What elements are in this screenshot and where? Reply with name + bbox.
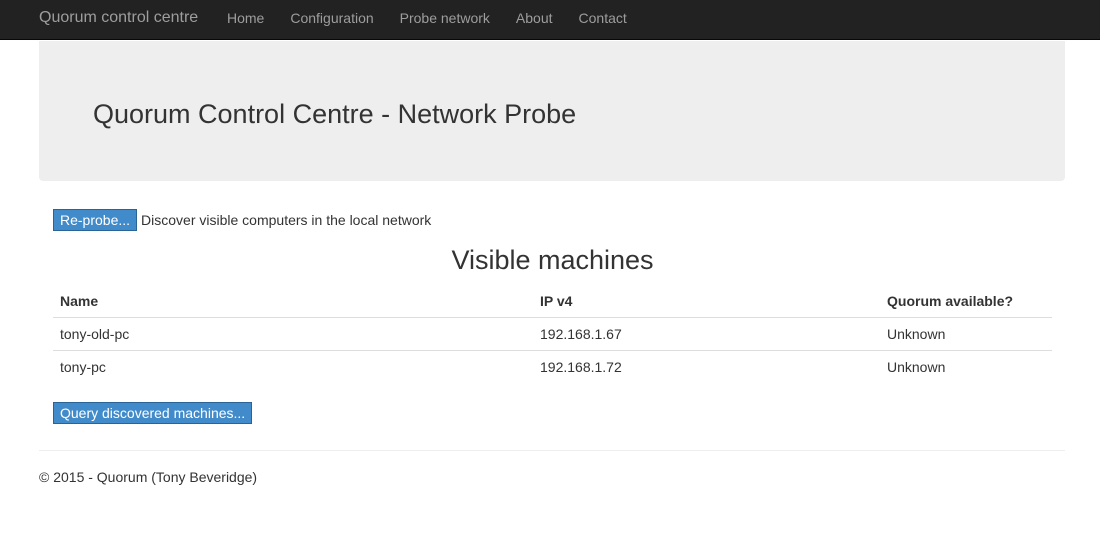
reprobe-row: Re-probe... Discover visible computers i… — [53, 209, 431, 231]
jumbotron: Quorum Control Centre - Network Probe — [39, 41, 1065, 181]
navbar-brand[interactable]: Quorum control centre — [39, 9, 198, 27]
reprobe-description: Discover visible computers in the local … — [141, 212, 432, 228]
reprobe-button[interactable]: Re-probe... — [53, 209, 138, 231]
machine-ip: 192.168.1.72 — [540, 359, 622, 375]
nav-link-about[interactable]: About — [503, 0, 566, 40]
nav-link-probe-network[interactable]: Probe network — [387, 0, 503, 40]
machine-ip: 192.168.1.67 — [533, 317, 880, 351]
nav-link-configuration[interactable]: Configuration — [277, 0, 386, 40]
nav-links: Home Configuration Probe network About C… — [214, 0, 640, 40]
machine-quorum-status: Unknown — [887, 359, 946, 375]
machine-name: tony-old-pc — [53, 317, 533, 351]
footer-text: © 2015 - Quorum (Tony Beveridge) — [39, 469, 258, 485]
table-row: tony-old-pc 192.168.1.67 Unknown — [53, 317, 1052, 351]
column-header-ip: IP v4 — [533, 285, 880, 318]
nav-link-contact[interactable]: Contact — [566, 0, 640, 40]
footer-divider — [39, 450, 1065, 451]
table-row: tony-pc 192.168.1.72 Unknown — [53, 351, 1052, 384]
top-navbar: Quorum control centre Home Configuration… — [0, 0, 1100, 40]
machine-name: tony-pc — [60, 359, 106, 375]
machines-table: Name IP v4 Quorum available? tony-old-pc… — [53, 285, 1052, 383]
column-header-quorum: Quorum available? — [880, 285, 1052, 318]
column-header-name: Name — [53, 285, 533, 318]
page-title: Quorum Control Centre - Network Probe — [93, 99, 577, 129]
query-machines-button[interactable]: Query discovered machines... — [53, 402, 253, 424]
machine-quorum-status: Unknown — [880, 317, 1052, 351]
nav-link-home[interactable]: Home — [214, 0, 277, 40]
visible-machines-heading: Visible machines — [451, 245, 654, 275]
table-header-row: Name IP v4 Quorum available? — [53, 285, 1052, 318]
